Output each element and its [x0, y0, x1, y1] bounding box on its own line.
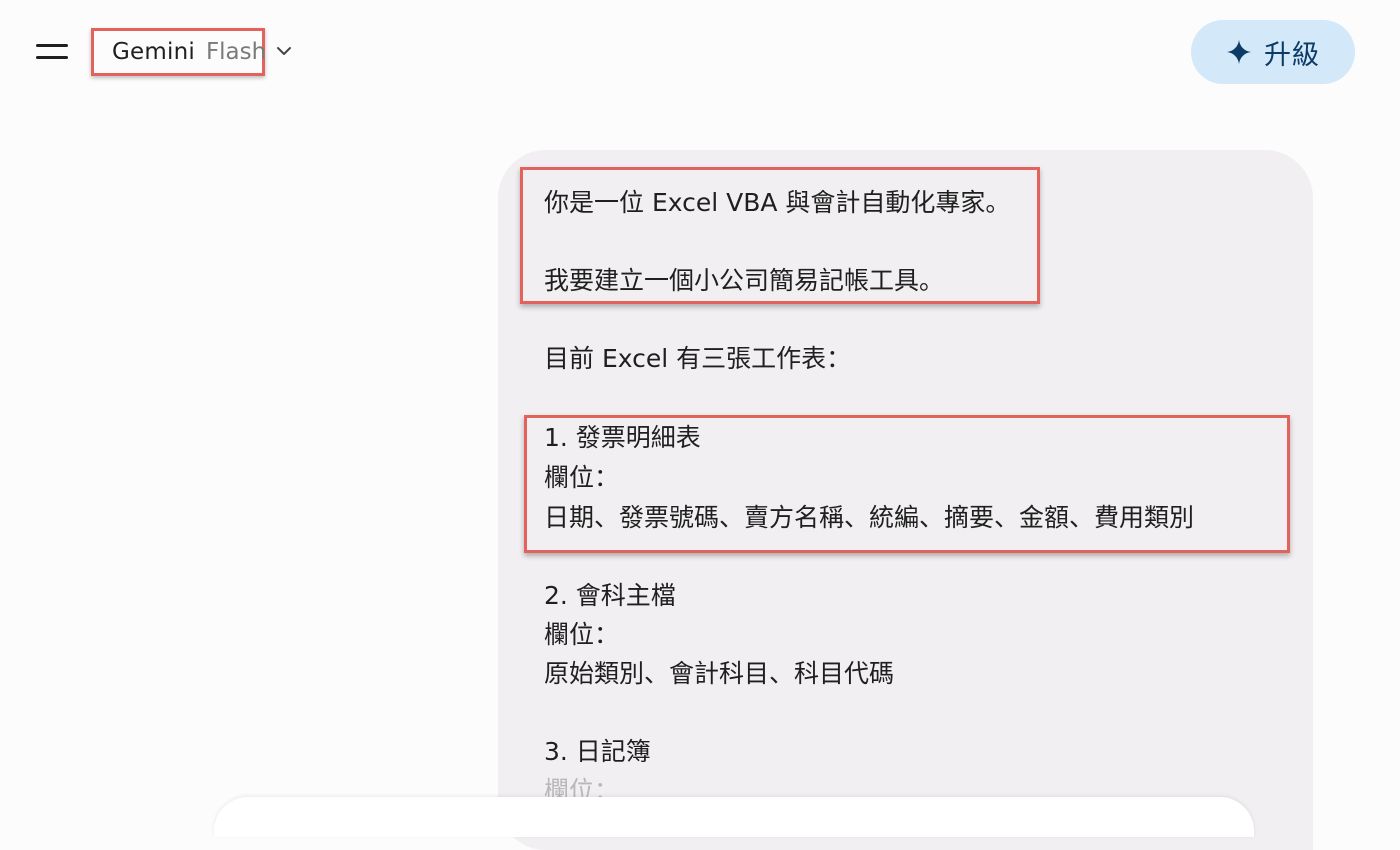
message-line-sheet1-title: 1. 發票明細表: [544, 423, 701, 452]
model-variant: Flash: [205, 39, 267, 65]
hamburger-menu-icon-bar: [36, 56, 68, 59]
chevron-down-icon[interactable]: [275, 42, 293, 60]
top-bar: Gemini Flash 升級: [0, 0, 1400, 104]
message-line-role: 你是一位 Excel VBA 與會計自動化專家。: [544, 188, 1011, 217]
model-selector[interactable]: Gemini Flash: [91, 28, 267, 76]
hamburger-menu-icon: [36, 44, 68, 47]
message-line-sheet2-fields-label: 欄位：: [544, 620, 620, 649]
message-line-sheet1-fields: 日期、發票號碼、賣方名稱、統編、摘要、金額、費用類別: [544, 503, 1195, 532]
bottom-input-panel: [214, 797, 1254, 837]
message-line-sheet3-title: 3. 日記簿: [544, 737, 651, 766]
upgrade-button[interactable]: 升級: [1191, 20, 1355, 84]
sparkle-icon: [1227, 40, 1251, 64]
message-line-sheet2-title: 2. 會科主檔: [544, 581, 676, 610]
model-name: Gemini: [112, 39, 195, 65]
message-line-sheet1-fields-label: 欄位：: [544, 463, 620, 492]
message-line-goal: 我要建立一個小公司簡易記帳工具。: [544, 266, 945, 295]
message-line-sheet2-fields: 原始類別、會計科目、科目代碼: [544, 659, 895, 688]
main-menu-button[interactable]: [28, 34, 76, 72]
upgrade-label: 升級: [1264, 39, 1320, 71]
message-line-sheets-intro: 目前 Excel 有三張工作表：: [544, 344, 852, 373]
